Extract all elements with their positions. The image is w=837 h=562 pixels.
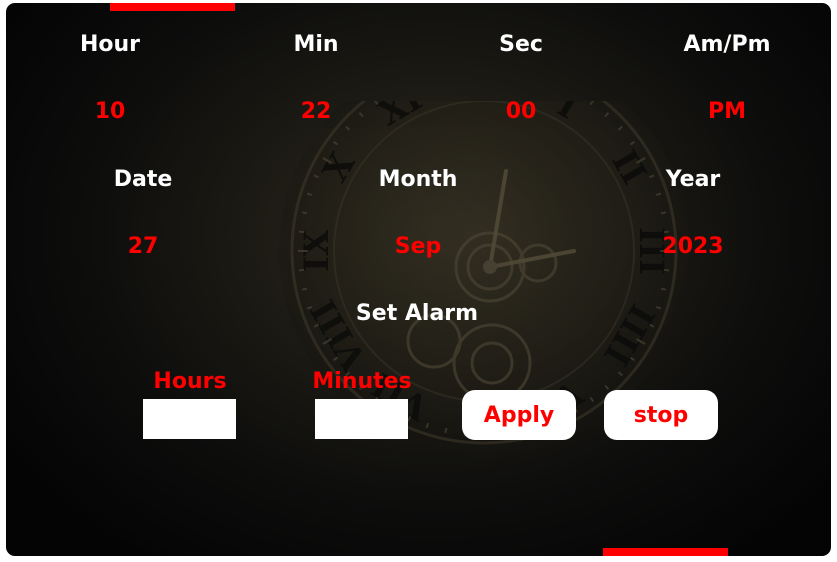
clock-tick	[663, 268, 670, 272]
year-value: 2023	[662, 234, 724, 259]
set-alarm-heading: Set Alarm	[355, 301, 479, 326]
date-label: Date	[113, 167, 173, 192]
month-value: Sep	[394, 234, 442, 259]
clock-tick	[660, 287, 667, 291]
apply-button[interactable]: Apply	[462, 390, 576, 440]
clock-tick	[663, 230, 670, 234]
alarm-minutes-label: Minutes	[312, 369, 412, 394]
alarm-hours-label: Hours	[153, 369, 227, 394]
ampm-value: PM	[707, 99, 747, 124]
min-label: Min	[293, 32, 339, 57]
clock-tick	[298, 230, 305, 234]
clock-tick	[298, 268, 305, 272]
min-value: 22	[300, 99, 332, 124]
date-value: 27	[127, 234, 159, 259]
clock-tick	[301, 211, 308, 215]
month-label: Month	[378, 167, 458, 192]
stop-button[interactable]: stop	[604, 390, 718, 440]
alarm-hours-input[interactable]	[143, 399, 236, 439]
hour-label: Hour	[79, 32, 141, 57]
hour-value: 10	[94, 99, 126, 124]
year-label: Year	[665, 167, 721, 192]
alarm-minutes-input[interactable]	[315, 399, 408, 439]
accent-bar-bottom	[603, 548, 728, 556]
alarm-clock-panel: XIIIIIIIIIIIIVVIVIIVIIIIXXXI Hour Min Se…	[6, 3, 831, 556]
accent-bar-top	[110, 3, 235, 11]
sec-label: Sec	[499, 32, 543, 57]
sec-value: 00	[505, 99, 537, 124]
vintage-clock-face-icon: XIIIIIIIIIIIIVVIVIIVIIIIXXXI	[279, 101, 689, 456]
ampm-label: Am/Pm	[683, 32, 771, 57]
clock-tick	[660, 211, 667, 215]
clock-tick	[444, 427, 448, 434]
clock-numeral: XII	[455, 101, 513, 104]
clock-tick	[301, 287, 308, 291]
